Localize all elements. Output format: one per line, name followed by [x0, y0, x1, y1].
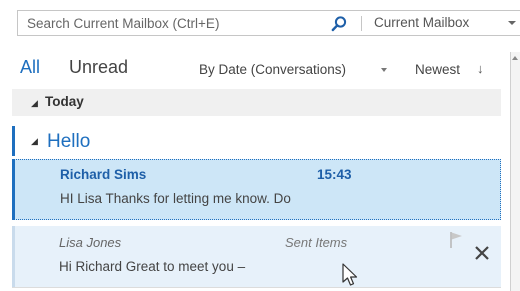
search-icon[interactable] — [330, 15, 348, 33]
group-label: Today — [45, 94, 84, 109]
message-preview: Hi Richard Great to meet you – — [59, 259, 246, 274]
list-divider — [12, 287, 501, 288]
conversation-header[interactable]: ◢ Hello — [12, 126, 501, 156]
scrollbar[interactable] — [510, 52, 520, 291]
chevron-down-icon[interactable] — [508, 21, 516, 25]
mail-list-pane: Current Mailbox All Unread By Date (Conv… — [0, 0, 520, 291]
message-time: 15:43 — [317, 167, 352, 182]
search-input[interactable] — [18, 11, 327, 35]
message-sender: Lisa Jones — [59, 235, 122, 250]
sort-chevron-icon[interactable] — [381, 68, 387, 72]
conversation-title: Hello — [47, 131, 91, 152]
message-preview: HI Lisa Thanks for letting me know. Do — [60, 191, 291, 206]
thread-bar — [12, 226, 15, 287]
conversation-indicator-bar — [12, 126, 15, 156]
search-bar: Current Mailbox — [17, 10, 520, 36]
mouse-pointer-icon — [342, 263, 358, 286]
message-item-selected[interactable]: Richard Sims 15:43 HI Lisa Thanks for le… — [12, 159, 501, 220]
filter-row: All Unread By Date (Conversations) Newes… — [0, 55, 510, 83]
sort-by-dropdown[interactable]: By Date (Conversations) — [199, 62, 346, 77]
group-header-today[interactable]: ◢ Today — [12, 89, 501, 116]
search-scope-dropdown[interactable]: Current Mailbox — [374, 15, 469, 30]
message-folder: Sent Items — [285, 235, 348, 250]
scope-divider — [361, 16, 362, 31]
sort-order-toggle[interactable]: Newest — [415, 62, 460, 77]
flag-icon[interactable] — [449, 231, 465, 249]
scroll-up-arrow-icon[interactable] — [512, 56, 518, 60]
filter-unread-tab[interactable]: Unread — [69, 57, 128, 78]
collapse-triangle-icon[interactable]: ◢ — [31, 136, 38, 147]
sort-order-arrow-icon[interactable]: ↓ — [477, 61, 484, 76]
filter-all-tab[interactable]: All — [20, 57, 40, 78]
selection-bar — [12, 159, 15, 220]
message-item[interactable]: Lisa Jones Sent Items Hi Richard Great t… — [12, 226, 501, 287]
collapse-triangle-icon[interactable]: ◢ — [31, 98, 38, 109]
message-sender: Richard Sims — [60, 167, 147, 182]
close-icon[interactable] — [473, 244, 491, 262]
